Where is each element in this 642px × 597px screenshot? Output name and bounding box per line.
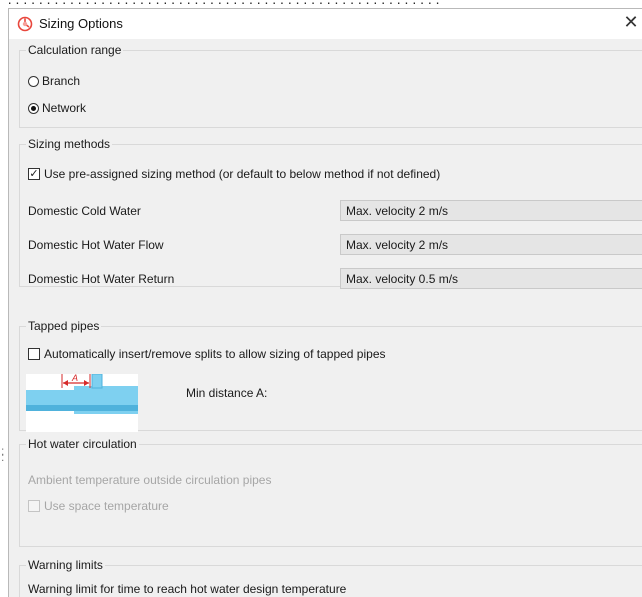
radio-branch[interactable]: Branch — [28, 74, 80, 88]
auto-split-checkbox[interactable]: Automatically insert/remove splits to al… — [28, 347, 386, 361]
cold-water-method-select[interactable]: Max. velocity 2 m/s — [340, 200, 642, 221]
use-space-temperature-label: Use space temperature — [44, 499, 169, 513]
hot-water-return-label-row: Domestic Hot Water Return — [28, 272, 174, 286]
hot-water-flow-label: Domestic Hot Water Flow — [28, 238, 164, 252]
use-space-temperature-checkbox[interactable]: Use space temperature — [28, 499, 169, 513]
preassigned-method-checkbox[interactable]: ✓ Use pre-assigned sizing method (or def… — [28, 167, 440, 181]
radio-branch-label: Branch — [42, 74, 81, 88]
hot-water-return-label: Domestic Hot Water Return — [28, 272, 175, 286]
hot-water-flow-method-select[interactable]: Max. velocity 2 m/s — [340, 234, 642, 255]
use-space-temperature-box[interactable] — [28, 500, 40, 512]
background-text-fragment: . . . . . . . . . . . . . . . . . . . . … — [0, 0, 642, 7]
time-limit-label: Warning limit for time to reach hot wate… — [28, 582, 347, 596]
ambient-temperature-label: Ambient temperature outside circulation … — [28, 473, 272, 487]
warning-limits-group: Warning limits Warning limit for time to… — [19, 558, 642, 597]
ambient-temperature-row: Ambient temperature outside circulation … — [28, 473, 271, 487]
calculation-range-group: Calculation range Branch Network — [19, 43, 642, 128]
diagram-letter-label: A — [71, 374, 78, 383]
sizing-options-dialog: Sizing Options ✕ Calculation range Branc… — [8, 8, 642, 597]
radio-network[interactable]: Network — [28, 101, 86, 115]
calculation-range-legend: Calculation range — [28, 43, 122, 57]
cold-water-label-row: Domestic Cold Water — [28, 204, 141, 218]
hot-water-circulation-group: Hot water circulation Ambient temperatur… — [19, 437, 642, 547]
radio-network-indicator[interactable] — [28, 102, 39, 114]
tapped-pipes-group: Tapped pipes Automatically insert/remove… — [19, 319, 642, 432]
hot-water-return-method-select[interactable]: Max. velocity 0.5 m/s — [340, 268, 642, 289]
window-title: Sizing Options — [39, 16, 123, 31]
sizing-methods-legend: Sizing methods — [28, 137, 111, 151]
time-limit-row: Warning limit for time to reach hot wate… — [28, 582, 346, 596]
tapped-pipe-diagram: A — [26, 374, 138, 432]
min-distance-row: Min distance A: — [186, 386, 267, 400]
hot-water-flow-label-row: Domestic Hot Water Flow — [28, 238, 164, 252]
auto-split-checkbox-box[interactable] — [28, 348, 40, 360]
hot-water-circulation-legend: Hot water circulation — [28, 437, 137, 451]
sizing-app-icon — [17, 16, 33, 32]
min-distance-label: Min distance A: — [186, 386, 268, 400]
background-window-text-strip: . . . . . . . . . . . . . . . . . . . . … — [0, 0, 642, 8]
preassigned-checkbox-box[interactable]: ✓ — [28, 168, 40, 180]
close-icon[interactable]: ✕ — [621, 12, 641, 33]
auto-split-checkbox-label: Automatically insert/remove splits to al… — [44, 347, 386, 361]
radio-network-label: Network — [42, 101, 87, 115]
background-window-edge: :: — [0, 0, 8, 596]
sizing-methods-group: Sizing methods ✓ Use pre-assigned sizing… — [19, 137, 642, 289]
tapped-pipes-legend: Tapped pipes — [28, 319, 100, 333]
warning-limits-legend: Warning limits — [28, 558, 103, 572]
preassigned-checkbox-label: Use pre-assigned sizing method (or defau… — [44, 167, 441, 181]
title-bar: Sizing Options ✕ — [9, 9, 642, 39]
background-edge-marks: :: — [1, 444, 5, 464]
cold-water-label: Domestic Cold Water — [28, 204, 141, 218]
radio-branch-indicator[interactable] — [28, 75, 39, 87]
